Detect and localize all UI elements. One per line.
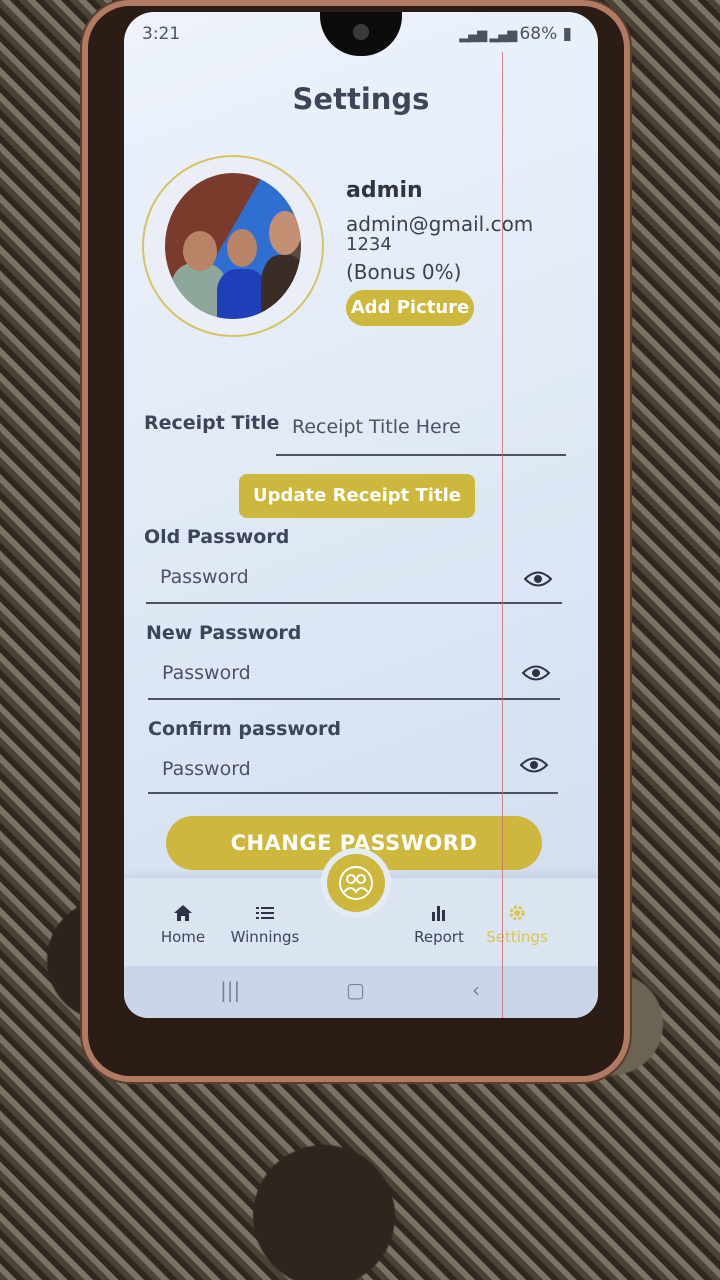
avatar[interactable] (142, 155, 324, 337)
signal-icon: ▂▄▆ ▂▄▆ (459, 28, 520, 43)
camera-icon (353, 24, 369, 40)
nav-winnings-label: Winnings (230, 928, 300, 946)
nav-report-label: Report (414, 928, 464, 946)
new-password-label: New Password (146, 622, 302, 644)
nav-settings-label: Settings (486, 928, 548, 946)
profile-bonus: (Bonus 0%) (346, 260, 462, 284)
people-button[interactable] (327, 854, 385, 912)
receipt-title-underline (276, 454, 566, 456)
bar-chart-icon (432, 906, 445, 921)
nav-home-label: Home (160, 928, 206, 946)
old-password-label: Old Password (144, 526, 290, 548)
battery-icon: ▮ (557, 24, 572, 44)
profile-code: 1234 (346, 234, 392, 255)
home-icon (174, 905, 192, 921)
back-icon[interactable]: ‹ (472, 978, 480, 1002)
status-battery: ▂▄▆ ▂▄▆ 68% ▮ (459, 24, 572, 44)
new-password-underline (148, 698, 560, 700)
receipt-title-label: Receipt Title (144, 412, 280, 434)
add-picture-button[interactable]: Add Picture (346, 290, 474, 326)
gear-icon (509, 905, 525, 921)
confirm-password-input[interactable]: Password (162, 758, 251, 780)
screen-crack-line (502, 52, 503, 1018)
list-icon (256, 907, 274, 919)
app-screen: 3:21 ▂▄▆ ▂▄▆ 68% ▮ Settings admin admin@… (124, 12, 598, 1018)
eye-icon[interactable] (524, 570, 552, 588)
receipt-title-input[interactable]: Receipt Title Here (292, 416, 461, 438)
nav-settings[interactable]: Settings (462, 902, 572, 946)
profile-name: admin (346, 178, 423, 203)
page-title: Settings (292, 82, 430, 116)
home-system-icon[interactable]: ▢ (346, 978, 365, 1002)
eye-icon[interactable] (522, 664, 550, 682)
recent-apps-icon[interactable]: ||| (220, 978, 240, 1002)
battery-percent: 68% (519, 24, 558, 44)
confirm-password-underline (148, 792, 558, 794)
camera-notch (320, 12, 402, 56)
update-receipt-title-button[interactable]: Update Receipt Title (239, 474, 475, 518)
confirm-password-label: Confirm password (148, 718, 342, 740)
people-icon (339, 866, 373, 900)
nav-winnings[interactable]: Winnings (210, 902, 320, 946)
new-password-input[interactable]: Password (162, 662, 251, 684)
eye-icon[interactable] (520, 756, 548, 774)
status-time: 3:21 (142, 24, 181, 44)
old-password-input[interactable]: Password (160, 566, 249, 588)
profile-photo (165, 173, 301, 319)
profile-email: admin@gmail.com (346, 212, 534, 236)
old-password-underline (146, 602, 562, 604)
